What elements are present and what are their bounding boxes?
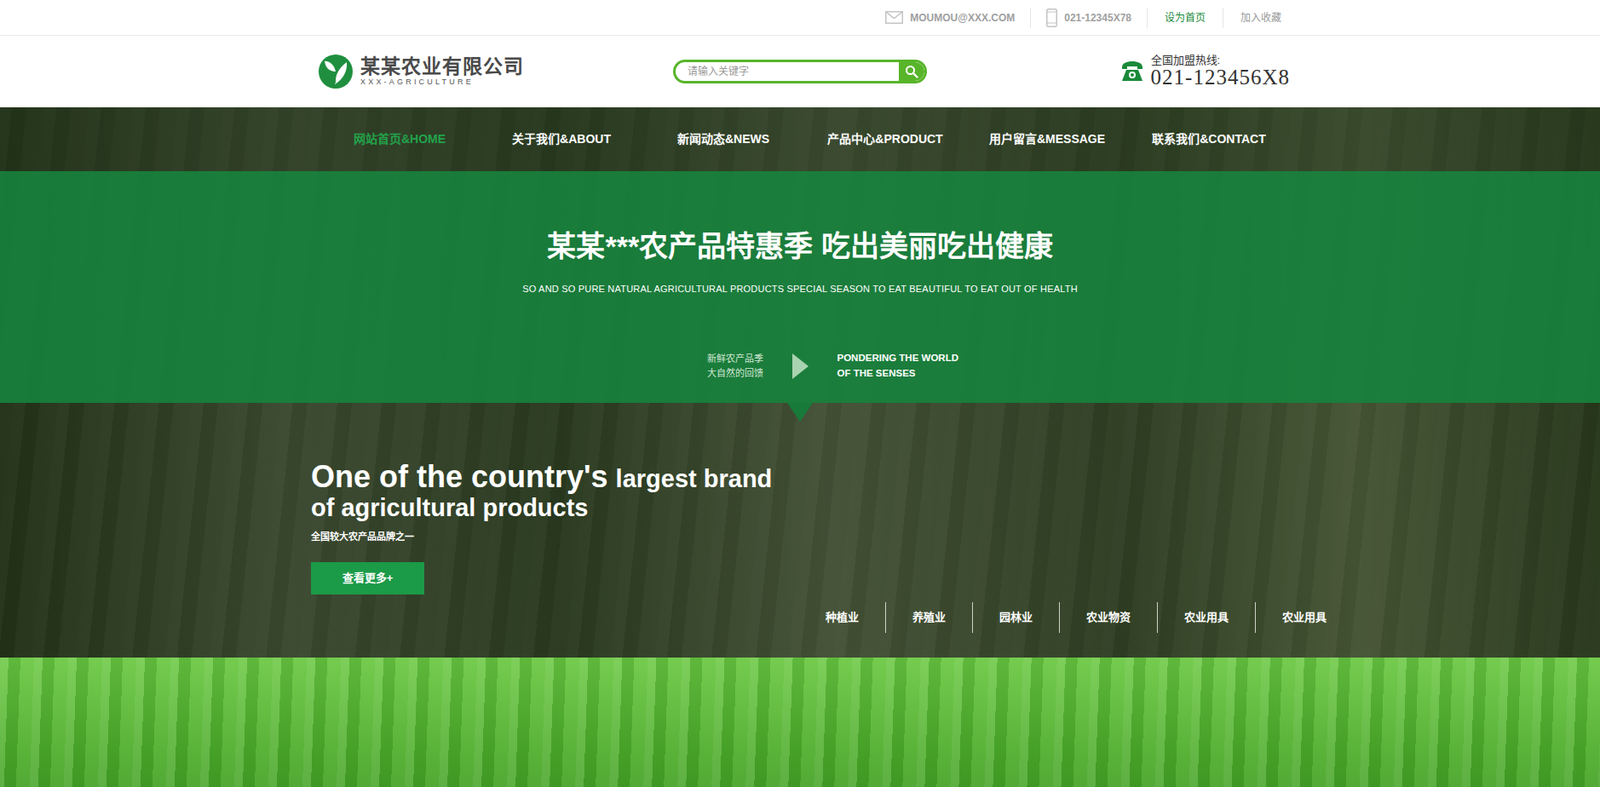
banner-left-text: 新鲜农产品季大自然的回馈 [707,351,764,380]
phone-info: 021-12345X78 [1030,7,1147,29]
nav-item[interactable]: 网站首页&HOME [318,130,481,149]
category-item[interactable]: 农业用具 [1254,602,1353,634]
top-bar: MOUMOU@XXX.COM 021-12345X78 设为首页加入收藏 [0,0,1600,36]
category-item[interactable]: 种植业 [799,602,886,634]
hotline-label: 全国加盟热线: [1151,54,1290,67]
email-text: MOUMOU@XXX.COM [909,10,1015,26]
mail-icon [885,11,904,24]
search-box [673,59,927,84]
banner-left-line: 大自然的回馈 [707,366,764,381]
mobile-phone-icon [1046,8,1058,28]
category-item[interactable]: 园林业 [972,602,1059,634]
arrow-icon [792,353,809,380]
banner-right-line: OF THE SENSES [837,366,959,382]
search-input[interactable] [675,62,899,81]
search-button[interactable] [898,62,925,81]
banner-title: 某某***农产品特惠季 吃出美丽吃出健康 [0,229,1600,265]
nav-item[interactable]: 关于我们&ABOUT [480,130,643,149]
banner-right-line: PONDERING THE WORLD [837,351,959,367]
more-button[interactable]: 查看更多+ [310,562,425,595]
banner-left-line: 新鲜农产品季 [707,351,764,367]
banner-subtitle: SO AND SO PURE NATURAL AGRICULTURAL PROD… [0,282,1600,295]
banner-right-text: PONDERING THE WORLDOF THE SENSES [837,351,959,382]
hero-heading-small: largest brand [615,465,773,493]
wheat-field-photo [0,657,1600,787]
top-link[interactable]: 加入收藏 [1222,7,1299,29]
logo-subtitle: XXX-AGRICULTURE [360,77,524,88]
nav-item[interactable]: 产品中心&PRODUCT [804,130,967,149]
logo[interactable]: 某某农业有限公司XXX-AGRICULTURE [301,53,674,90]
hero-heading-line: One of the country'slargest brand [310,459,772,495]
hero-heading-big: One of the country's [310,459,609,495]
leaf-logo-icon [317,53,354,90]
promo-banner: 某某***农产品特惠季 吃出美丽吃出健康 SO AND SO PURE NATUR… [0,171,1600,403]
main-nav: 网站首页&HOME关于我们&ABOUT新闻动态&NEWS产品中心&PRODUCT… [0,107,1600,172]
category-list: 种植业养殖业园林业农业物资农业用具农业用具 [771,402,1357,658]
hotline: 全国加盟热线:021-123456X8 [1120,54,1299,90]
nav-item[interactable]: 联系我们&CONTACT [1128,130,1290,149]
header: 某某农业有限公司XXX-AGRICULTURE 全国加盟热线:021-123456… [0,35,1600,108]
nav-item[interactable]: 用户留言&MESSAGE [966,130,1129,149]
nav-item[interactable]: 新闻动态&NEWS [642,130,805,149]
phone-text: 021-12345X78 [1064,10,1132,26]
category-item[interactable]: 农业物资 [1058,602,1157,634]
category-item[interactable]: 农业用具 [1156,602,1255,634]
hero-tagline: 全国较大农产品品牌之一 [310,529,772,545]
logo-title: 某某农业有限公司 [360,56,524,78]
hotline-number: 021-123456X8 [1151,66,1290,89]
wheat-photo: 网站首页&HOME关于我们&ABOUT新闻动态&NEWS产品中心&PRODUCT… [0,107,1600,658]
hero-section: One of the country'slargest brandof agri… [0,402,1600,658]
search-icon [904,64,919,79]
top-link[interactable]: 设为首页 [1146,7,1223,29]
hero-heading-line2: of agricultural products [310,494,772,523]
telephone-icon [1120,60,1145,83]
email-info: MOUMOU@XXX.COM [869,7,1031,29]
category-item[interactable]: 养殖业 [885,602,973,634]
